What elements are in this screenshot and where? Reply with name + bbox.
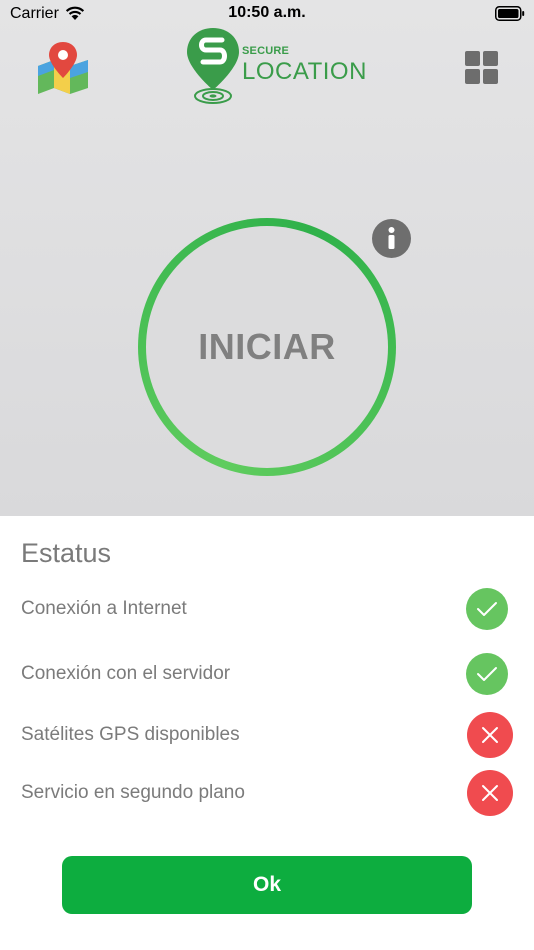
cross-icon bbox=[467, 770, 513, 816]
status-title: Estatus bbox=[21, 538, 112, 568]
grid-icon bbox=[465, 69, 480, 84]
grid-icon bbox=[483, 51, 498, 66]
check-icon bbox=[466, 653, 508, 695]
logo-text-small: SECURE bbox=[242, 45, 290, 57]
status-row-server: Conexión con el servidor bbox=[0, 649, 534, 699]
status-label: Satélites GPS disponibles bbox=[21, 724, 240, 745]
clock: 10:50 a.m. bbox=[228, 4, 306, 21]
map-pin-icon bbox=[38, 42, 88, 94]
grid-icon bbox=[465, 51, 480, 66]
info-icon bbox=[388, 227, 395, 249]
info-button[interactable] bbox=[372, 219, 411, 258]
status-label: Conexión a Internet bbox=[21, 598, 187, 619]
status-bar: Carrier 10:50 a.m. bbox=[0, 0, 534, 28]
status-label: Servicio en segundo plano bbox=[21, 782, 245, 803]
status-row-gps: Satélites GPS disponibles bbox=[0, 710, 534, 760]
status-row-internet: Conexión a Internet bbox=[0, 584, 534, 634]
status-row-background: Servicio en segundo plano bbox=[0, 768, 534, 818]
start-label: INICIAR bbox=[198, 326, 336, 367]
battery-icon bbox=[495, 6, 525, 21]
ok-button[interactable]: Ok bbox=[62, 856, 472, 914]
logo-text-large: LOCATION bbox=[242, 58, 367, 85]
start-button[interactable]: INICIAR bbox=[138, 218, 396, 476]
menu-button[interactable] bbox=[464, 50, 500, 86]
grid-icon bbox=[483, 69, 498, 84]
map-button[interactable] bbox=[34, 40, 92, 94]
check-icon bbox=[466, 588, 508, 630]
status-label: Conexión con el servidor bbox=[21, 663, 231, 684]
cross-icon bbox=[467, 712, 513, 758]
